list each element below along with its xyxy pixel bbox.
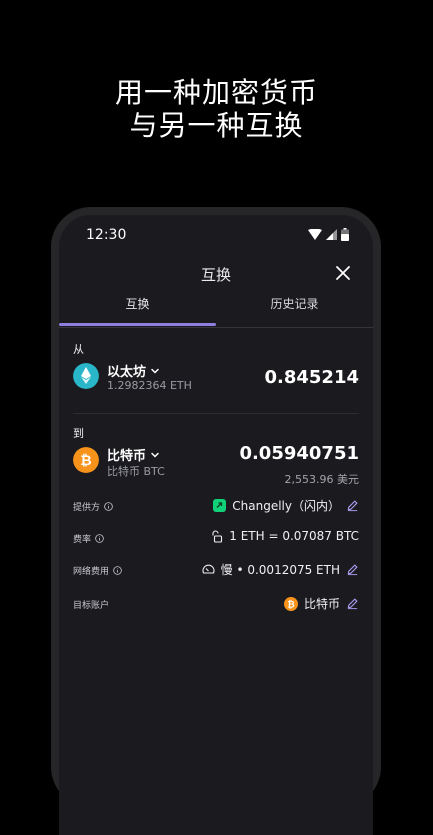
from-asset-name: 以太坊 xyxy=(107,365,147,380)
provider-value-group[interactable]: Changelly（闪内） xyxy=(213,497,359,514)
status-bar: 12:30 xyxy=(59,215,373,255)
to-asset-selector[interactable]: 比特币 xyxy=(107,445,160,464)
phone-screen: 12:30 互换 互换 历史记录 从 以太坊 1.2982364 ETH 0.8… xyxy=(59,215,373,835)
from-asset-balance: 1.2982364 ETH xyxy=(107,379,192,392)
rate-label-group: 费率 xyxy=(73,532,104,545)
rate-label: 费率 xyxy=(73,535,92,545)
to-asset-name: 比特币 xyxy=(107,449,147,464)
rate-row: 费率 1 ETH = 0.07087 BTC xyxy=(73,529,359,549)
network-fee-value: 慢 • 0.0012075 ETH xyxy=(220,563,340,577)
tab-swap[interactable]: 互换 xyxy=(59,293,216,325)
from-asset-row[interactable]: 以太坊 1.2982364 ETH 0.845214 xyxy=(73,361,359,397)
network-fee-label-group: 网络费用 xyxy=(73,564,122,577)
svg-text:₿: ₿ xyxy=(80,453,91,469)
info-icon[interactable] xyxy=(95,534,104,543)
target-account-row: 目标账户 ₿ 比特币 xyxy=(73,595,359,615)
tab-history-label: 历史记录 xyxy=(270,297,319,311)
to-amount: 0.05940751 xyxy=(239,443,359,464)
from-asset-selector[interactable]: 以太坊 xyxy=(107,361,160,380)
ethereum-icon xyxy=(73,363,99,389)
pencil-icon[interactable] xyxy=(346,499,359,512)
network-fee-label: 网络费用 xyxy=(73,567,110,577)
tab-swap-label: 互换 xyxy=(125,297,150,311)
target-account-value: 比特币 xyxy=(303,597,340,611)
to-label: 到 xyxy=(73,427,84,440)
bitcoin-icon: ₿ xyxy=(73,447,99,473)
unlock-icon xyxy=(212,529,223,543)
tab-history[interactable]: 历史记录 xyxy=(216,293,373,325)
battery-icon xyxy=(341,228,349,241)
active-tab-indicator xyxy=(59,323,216,326)
to-fiat-value: 2,553.96 美元 xyxy=(284,473,359,486)
close-icon[interactable] xyxy=(335,265,351,281)
provider-label-group: 提供方 xyxy=(73,500,113,513)
signal-icon xyxy=(326,229,337,240)
title-bar: 互换 xyxy=(59,259,373,289)
section-divider xyxy=(73,413,359,414)
to-asset-ticker: 比特币 BTC xyxy=(107,465,165,478)
to-asset-row[interactable]: ₿ 比特币 比特币 BTC 0.05940751 2,553.96 美元 xyxy=(73,443,359,486)
headline-line-2: 与另一种互换 xyxy=(129,109,304,142)
pencil-icon[interactable] xyxy=(346,563,359,576)
bitcoin-icon: ₿ xyxy=(283,596,298,611)
network-fee-value-group[interactable]: 慢 • 0.0012075 ETH xyxy=(202,561,359,578)
pencil-icon[interactable] xyxy=(346,597,359,610)
tab-bar: 互换 历史记录 xyxy=(59,293,373,328)
headline-line-1: 用一种加密货币 xyxy=(114,76,318,109)
info-icon[interactable] xyxy=(113,566,122,575)
provider-label: 提供方 xyxy=(73,503,101,513)
target-account-label-group: 目标账户 xyxy=(73,598,109,611)
svg-text:₿: ₿ xyxy=(287,599,294,610)
chevron-down-icon xyxy=(151,452,159,458)
provider-row: 提供方 Changelly（闪内） xyxy=(73,497,359,517)
target-account-label: 目标账户 xyxy=(73,601,110,611)
wifi-icon xyxy=(308,229,322,240)
speedometer-icon xyxy=(202,564,215,574)
rate-value-group: 1 ETH = 0.07087 BTC xyxy=(210,529,359,543)
status-icons xyxy=(308,228,349,241)
phone-frame: 12:30 互换 互换 历史记录 从 以太坊 1.2982364 ETH 0.8… xyxy=(51,207,381,835)
target-account-value-group[interactable]: ₿ 比特币 xyxy=(283,595,359,612)
from-amount-input[interactable]: 0.845214 xyxy=(264,367,359,388)
info-icon[interactable] xyxy=(104,502,113,511)
changelly-logo-icon xyxy=(213,499,227,512)
status-time: 12:30 xyxy=(86,227,127,243)
rate-value: 1 ETH = 0.07087 BTC xyxy=(229,529,359,543)
chevron-down-icon xyxy=(151,368,159,374)
network-fee-row: 网络费用 慢 • 0.0012075 ETH xyxy=(73,561,359,581)
promo-headline: 用一种加密货币 与另一种互换 xyxy=(0,76,433,142)
from-label: 从 xyxy=(73,343,84,356)
page-title: 互换 xyxy=(200,266,231,284)
provider-value: Changelly（闪内） xyxy=(232,499,340,513)
